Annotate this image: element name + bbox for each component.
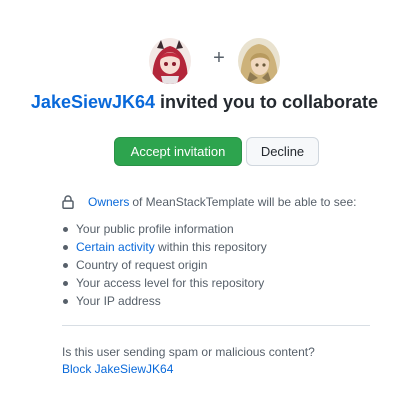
permissions-intro: of MeanStackTemplate will be able to see… <box>132 195 357 209</box>
inviter-avatar-image <box>149 38 191 84</box>
invitee-avatar-image <box>238 38 280 84</box>
permission-text: Country of request origin <box>76 258 208 272</box>
spam-question: Is this user sending spam or malicious c… <box>62 345 315 359</box>
spam-report-section: Is this user sending spam or malicious c… <box>62 344 315 378</box>
inviter-username-link[interactable]: JakeSiewJK64 <box>31 92 155 112</box>
owners-link[interactable]: Owners <box>88 195 129 209</box>
permission-text: Your public profile information <box>76 222 234 236</box>
invitation-text: invited you to collaborate <box>160 92 379 112</box>
divider <box>62 325 370 326</box>
invitation-actions: Accept invitation Decline <box>114 137 319 166</box>
permission-text: within this repository <box>158 240 267 254</box>
invitee-avatar <box>238 38 280 84</box>
accept-invitation-button[interactable]: Accept invitation <box>114 137 242 166</box>
plus-separator: + <box>213 47 225 69</box>
lock-icon <box>62 195 74 210</box>
permissions-info: Owners of MeanStackTemplate will be able… <box>62 193 372 310</box>
list-item: Your public profile information <box>62 220 372 238</box>
permission-text: Your IP address <box>76 294 161 308</box>
list-item: Certain activity within this repository <box>62 238 372 256</box>
list-item: Country of request origin <box>62 256 372 274</box>
block-user-link[interactable]: Block JakeSiewJK64 <box>62 361 315 378</box>
invitation-headline: JakeSiewJK64 invited you to collaborate <box>0 90 409 114</box>
decline-button[interactable]: Decline <box>246 137 319 166</box>
permissions-list: Your public profile information Certain … <box>62 220 372 310</box>
list-item: Your IP address <box>62 292 372 310</box>
inviter-avatar[interactable] <box>149 38 191 84</box>
list-item: Your access level for this repository <box>62 274 372 292</box>
permission-text: Your access level for this repository <box>76 276 265 290</box>
certain-activity-link[interactable]: Certain activity <box>76 240 155 254</box>
permissions-header: Owners of MeanStackTemplate will be able… <box>62 193 372 211</box>
avatar-row: + <box>0 38 409 84</box>
